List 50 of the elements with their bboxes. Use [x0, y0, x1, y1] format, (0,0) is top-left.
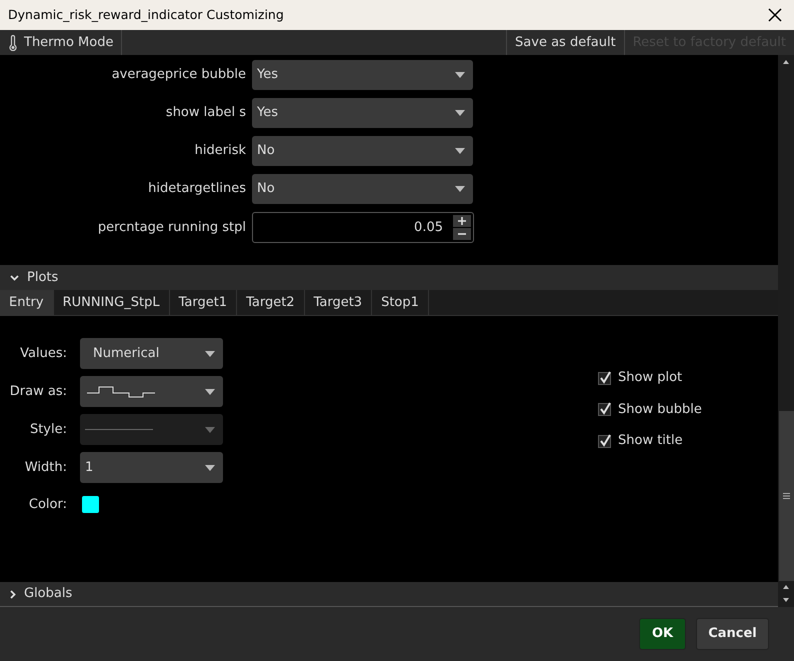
- plus-icon: [458, 217, 466, 225]
- setting-label: Values:: [19, 344, 68, 363]
- dropdown[interactable]: No: [252, 174, 473, 204]
- caret-icon: [455, 110, 465, 116]
- dropdown[interactable]: Yes: [252, 60, 473, 90]
- solid-line-icon: [85, 428, 153, 431]
- dropdown[interactable]: 1: [80, 452, 223, 483]
- setting-label: Color:: [28, 496, 68, 514]
- cancel-button[interactable]: Cancel: [696, 618, 769, 650]
- dropdown[interactable]: No: [252, 136, 473, 166]
- checkbox[interactable]: [598, 434, 612, 448]
- checkbox[interactable]: [598, 402, 612, 416]
- checkbox-label: Show plot: [618, 369, 682, 387]
- caret-icon: [455, 72, 465, 78]
- draw-as-dropdown[interactable]: [80, 376, 223, 407]
- color-swatch[interactable]: [82, 496, 99, 514]
- checkbox-label: Show title: [618, 432, 683, 450]
- ok-button[interactable]: OK: [639, 618, 686, 650]
- chevron-down-icon: [10, 274, 19, 280]
- caret-icon: [205, 426, 215, 432]
- increment-button[interactable]: [453, 215, 471, 227]
- input-label: hiderisk: [194, 142, 247, 160]
- input-label: percntage running stpl: [96, 218, 247, 237]
- setting-label: Style:: [28, 420, 68, 439]
- setting-label: Width:: [24, 458, 68, 477]
- thermometer-icon: [8, 34, 18, 50]
- input-label: averageprice bubble: [110, 66, 247, 84]
- scroll-thumb[interactable]: [778, 411, 794, 581]
- input-label: show label s: [164, 104, 247, 122]
- plot-tab[interactable]: Entry: [0, 290, 54, 315]
- chevron-right-icon: [10, 590, 16, 598]
- minus-icon: [458, 233, 466, 235]
- setting-label: Draw as:: [8, 382, 68, 401]
- dropdown[interactable]: Numerical: [80, 338, 223, 369]
- caret-icon: [205, 388, 215, 394]
- window-title: Dynamic_risk_reward_indicator Customizing: [8, 6, 284, 24]
- caret-icon: [205, 350, 215, 356]
- decrement-button[interactable]: [453, 228, 471, 240]
- checkbox-label: Show bubble: [618, 400, 702, 418]
- grip-icon: [782, 493, 790, 499]
- plots-section-header[interactable]: Plots: [0, 265, 778, 290]
- dropdown[interactable]: Yes: [252, 98, 473, 128]
- scrollbar[interactable]: [778, 55, 794, 607]
- caret-icon: [455, 148, 465, 154]
- caret-icon: [205, 464, 215, 470]
- number-field[interactable]: 0.05: [252, 212, 474, 243]
- input-label: hidetargetlines: [147, 180, 247, 198]
- checkbox[interactable]: [598, 370, 612, 385]
- globals-section-header[interactable]: Globals: [0, 582, 778, 607]
- caret-icon: [455, 186, 465, 192]
